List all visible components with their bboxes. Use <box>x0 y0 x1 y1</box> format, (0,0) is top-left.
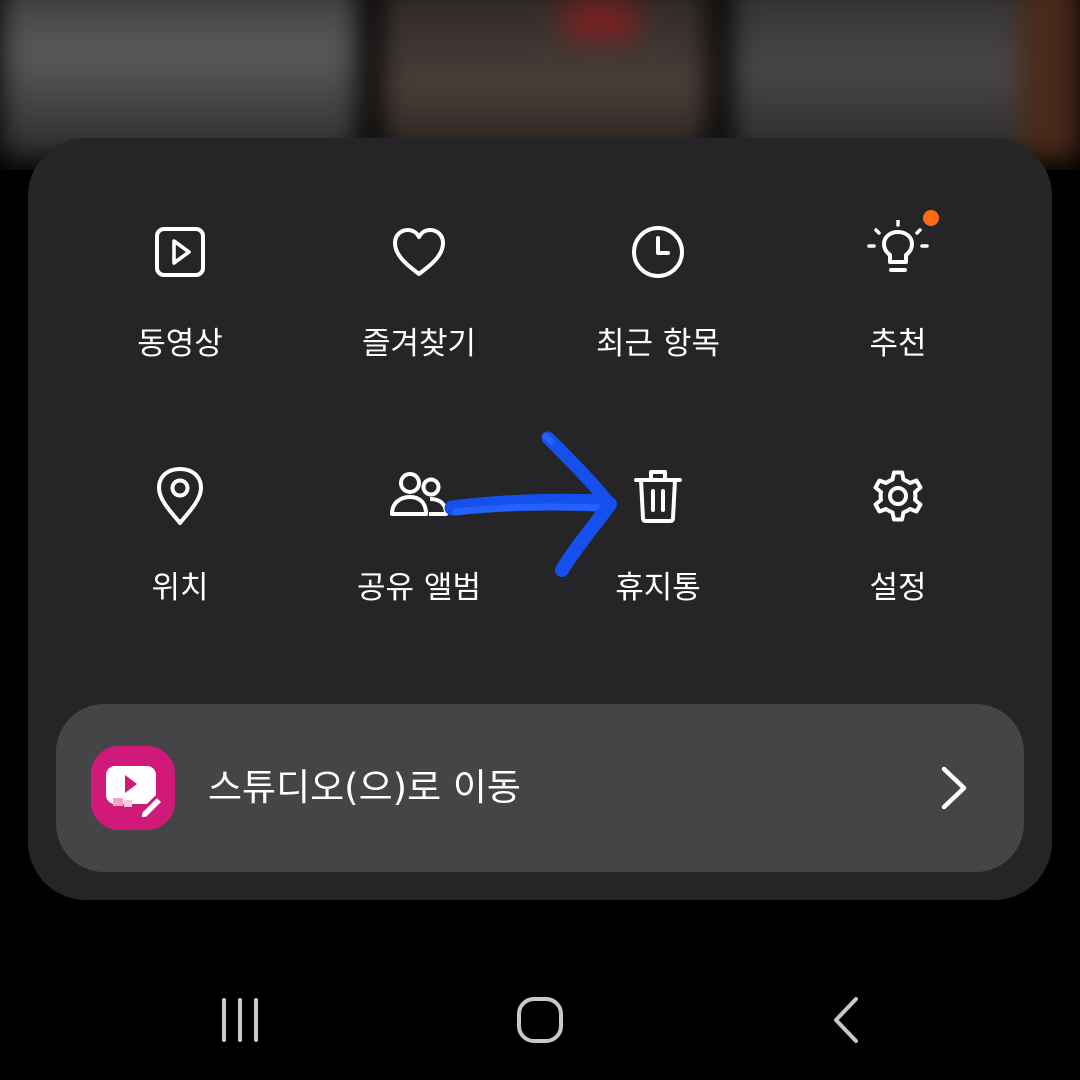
back-icon <box>834 997 858 1043</box>
recent-apps-icon <box>222 998 258 1042</box>
gear-icon <box>778 464 1018 528</box>
gallery-thumbnail[interactable] <box>0 0 360 160</box>
clock-icon <box>538 220 778 284</box>
go-to-studio-label: 스튜디오(으)로 이동 <box>208 766 521 809</box>
menu-item-label: 최근 항목 <box>596 326 720 362</box>
trash-icon <box>538 464 778 528</box>
menu-item-videos[interactable]: 동영상 <box>60 220 300 370</box>
gallery-thumbnail[interactable] <box>380 0 710 160</box>
menu-item-favorites[interactable]: 즐겨찾기 <box>299 220 539 370</box>
notification-badge <box>923 210 939 226</box>
recent-apps-button[interactable] <box>200 988 280 1052</box>
menu-item-label: 위치 <box>151 570 209 606</box>
menu-item-label: 동영상 <box>137 326 223 362</box>
lightbulb-icon <box>778 220 1018 284</box>
menu-item-trash[interactable]: 휴지통 <box>538 464 778 614</box>
system-navigation-bar <box>0 960 1080 1080</box>
chevron-right-icon <box>934 766 974 810</box>
home-button[interactable] <box>500 988 580 1052</box>
menu-item-settings[interactable]: 설정 <box>778 464 1018 614</box>
video-icon <box>60 220 300 284</box>
menu-item-label: 설정 <box>869 570 927 606</box>
menu-item-label: 추천 <box>869 326 927 362</box>
screen: 동영상 즐겨찾기 최근 항목 추천 위치 공유 앨범 휴지통 설정 스튜디오(으… <box>0 0 1080 1080</box>
menu-item-suggestions[interactable]: 추천 <box>778 210 1018 370</box>
menu-item-locations[interactable]: 위치 <box>60 464 300 614</box>
go-to-studio-button[interactable]: 스튜디오(으)로 이동 <box>56 704 1024 872</box>
menu-item-label: 공유 앨범 <box>357 570 481 606</box>
people-icon <box>299 464 539 528</box>
location-pin-icon <box>60 464 300 528</box>
studio-app-icon <box>91 746 175 830</box>
gallery-thumbnail[interactable] <box>730 0 1080 160</box>
heart-icon <box>299 220 539 284</box>
menu-item-label: 즐겨찾기 <box>361 326 477 362</box>
menu-item-recent[interactable]: 최근 항목 <box>538 220 778 370</box>
back-button[interactable] <box>805 988 885 1052</box>
menu-item-label: 휴지통 <box>615 570 701 606</box>
menu-item-shared-albums[interactable]: 공유 앨범 <box>299 464 539 614</box>
home-icon <box>517 997 563 1043</box>
